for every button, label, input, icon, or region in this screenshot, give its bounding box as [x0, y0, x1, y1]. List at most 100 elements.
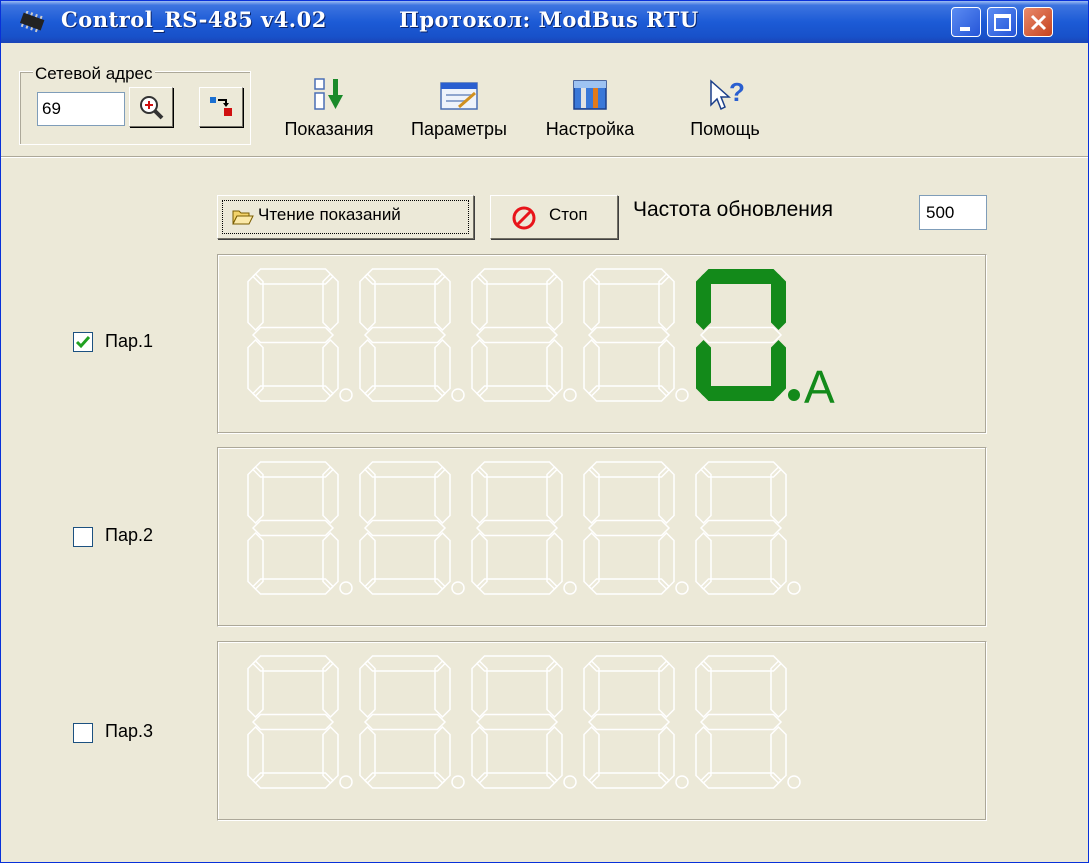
- decimal-point: [675, 581, 689, 595]
- title-bar[interactable]: Control_RS-485 v4.02 Протокол: ModBus RT…: [1, 1, 1088, 43]
- segment-f: [247, 465, 264, 525]
- check-icon: [75, 336, 91, 349]
- segment-c: [770, 531, 787, 591]
- digit-4: [583, 461, 689, 595]
- maximize-button[interactable]: [987, 7, 1017, 37]
- segment-g: [699, 326, 783, 344]
- segment-a: [363, 655, 447, 672]
- digit-2: [359, 268, 465, 402]
- segment-f: [359, 272, 376, 332]
- segment-g: [363, 519, 447, 537]
- segment-g: [363, 326, 447, 344]
- param-2-checkbox[interactable]: [73, 527, 93, 547]
- refresh-rate-label: Частота обновления: [633, 198, 833, 221]
- segment-c: [322, 725, 339, 785]
- segment-f: [247, 272, 264, 332]
- segment-g: [363, 713, 447, 731]
- segment-b: [546, 659, 563, 719]
- digit-3: [471, 268, 577, 402]
- digit-3: [471, 655, 577, 789]
- segment-a: [251, 655, 335, 672]
- decimal-point: [563, 388, 577, 402]
- decimal-point: [788, 389, 800, 401]
- help-label: Помощь: [690, 119, 760, 139]
- segment-d: [587, 385, 671, 402]
- decimal-point: [451, 581, 465, 595]
- segment-e: [471, 725, 488, 785]
- decimal-point: [451, 775, 465, 789]
- settings-button[interactable]: Настройка: [531, 77, 649, 140]
- segment-f: [695, 465, 712, 525]
- segment-c: [546, 725, 563, 785]
- digit-1: [247, 268, 353, 402]
- close-button[interactable]: [1023, 7, 1053, 37]
- segment-b: [434, 465, 451, 525]
- address-input[interactable]: 69: [37, 92, 125, 126]
- segment-e: [471, 338, 488, 398]
- segment-d: [251, 385, 335, 402]
- digit-1: [247, 461, 353, 595]
- readings-button[interactable]: Показания: [269, 77, 389, 140]
- segment-c: [658, 725, 675, 785]
- segment-g: [251, 713, 335, 731]
- toolbar-separator: [1, 156, 1088, 158]
- segment-d: [699, 578, 783, 595]
- segment-a: [699, 655, 783, 672]
- segment-e: [583, 725, 600, 785]
- search-address-button[interactable]: [129, 87, 173, 127]
- param-1-display: A: [217, 254, 987, 434]
- settings-label: Настройка: [545, 119, 635, 139]
- transfer-icon: [210, 97, 232, 116]
- digit-2: [359, 655, 465, 789]
- segment-a: [475, 461, 559, 478]
- segment-d: [475, 578, 559, 595]
- segment-d: [701, 386, 781, 401]
- parameters-button[interactable]: Параметры: [397, 77, 521, 140]
- stop-button[interactable]: Стоп: [490, 195, 618, 239]
- connect-button[interactable]: [199, 87, 243, 127]
- settings-icon: [573, 80, 607, 110]
- segment-f: [583, 272, 600, 332]
- segment-f: [471, 465, 488, 525]
- minimize-button[interactable]: [951, 7, 981, 37]
- param-1-label: Пар.1: [105, 331, 153, 351]
- segment-b: [322, 272, 339, 332]
- segment-c: [434, 531, 451, 591]
- decimal-point: [675, 775, 689, 789]
- parameters-icon: [440, 82, 478, 110]
- param-1-checkbox[interactable]: [73, 332, 93, 352]
- digit-5: [696, 269, 800, 401]
- segment-a: [251, 268, 335, 285]
- digit-1: [247, 655, 353, 789]
- digit-4: [583, 655, 689, 789]
- decimal-point: [563, 581, 577, 595]
- close-icon: [1030, 14, 1047, 31]
- read-readings-button[interactable]: Чтение показаний: [217, 195, 474, 239]
- help-button[interactable]: ? Помощь: [677, 77, 773, 140]
- segment-a: [363, 461, 447, 478]
- segment-e: [583, 531, 600, 591]
- parameters-label: Параметры: [411, 119, 507, 139]
- segment-d: [251, 772, 335, 789]
- segment-b: [658, 659, 675, 719]
- segment-f: [695, 659, 712, 719]
- param-3-checkbox[interactable]: [73, 723, 93, 743]
- segment-e: [695, 725, 712, 785]
- segment-e: [695, 531, 712, 591]
- segment-g: [475, 713, 559, 731]
- segment-d: [363, 578, 447, 595]
- segment-d: [251, 578, 335, 595]
- segment-a: [701, 269, 781, 284]
- segment-b: [434, 272, 451, 332]
- segment-d: [363, 772, 447, 789]
- segment-g: [699, 713, 783, 731]
- segment-c: [434, 338, 451, 398]
- readings-label: Показания: [284, 119, 374, 139]
- refresh-rate-input[interactable]: 500: [919, 195, 987, 230]
- segment-e: [359, 338, 376, 398]
- segment-d: [363, 385, 447, 402]
- read-readings-label: Чтение показаний: [258, 205, 401, 224]
- digit-4: [583, 268, 689, 402]
- segment-b: [770, 465, 787, 525]
- param-3-label: Пар.3: [105, 721, 153, 741]
